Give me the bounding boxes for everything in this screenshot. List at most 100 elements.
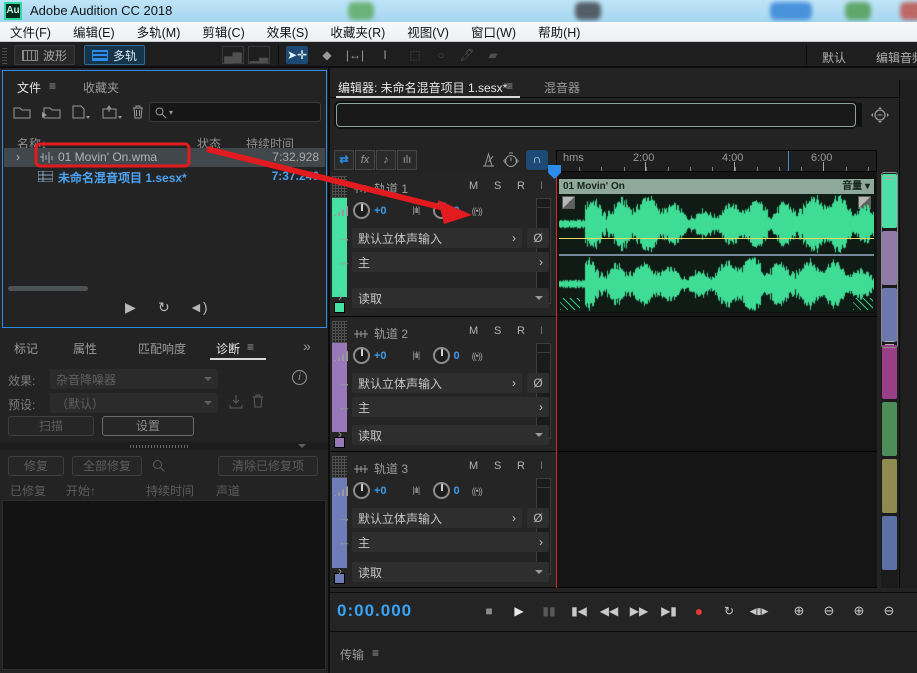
tab-diagnostics[interactable]: 诊断 bbox=[216, 340, 240, 357]
automation-mode-dropdown[interactable]: 读取 bbox=[352, 288, 549, 308]
overview-track-segment[interactable] bbox=[882, 516, 897, 570]
razor-tool-icon[interactable]: ◆ bbox=[316, 46, 338, 64]
pause-button[interactable]: ▮▮ bbox=[536, 601, 562, 621]
insert-into-multitrack-icon[interactable] bbox=[101, 104, 123, 119]
pan-knob[interactable] bbox=[433, 347, 450, 364]
files-panel-menu-icon[interactable]: ≡ bbox=[49, 79, 56, 93]
diagnostics-menu-icon[interactable]: ≡ bbox=[247, 340, 254, 354]
clip-effects-icon[interactable]: ♪ bbox=[376, 150, 396, 170]
stereo-swap-icon[interactable]: ⇄ bbox=[334, 150, 354, 170]
scan-button[interactable]: 扫描 bbox=[8, 416, 94, 436]
overview-track-segment[interactable] bbox=[882, 345, 897, 399]
spectral-frequency-icon[interactable]: ▄▆ bbox=[222, 46, 244, 64]
clip-header[interactable]: 01 Movin' On 音量 ▾ bbox=[559, 179, 874, 194]
overview-track-segment[interactable] bbox=[882, 459, 897, 513]
menu-effects[interactable]: 效果(S) bbox=[267, 22, 309, 41]
no-input-effects-button[interactable]: Ø bbox=[527, 373, 549, 393]
workspace-edit-audio-button[interactable]: 编辑音频 bbox=[876, 49, 917, 66]
info-icon[interactable]: i bbox=[292, 370, 307, 385]
track-lane-1[interactable]: 01 Movin' On 音量 ▾ bbox=[556, 172, 877, 317]
menu-window[interactable]: 窗口(W) bbox=[471, 22, 516, 41]
file-row-sesx[interactable]: 未命名混音项目 1.sesx* 7:37.240 bbox=[4, 167, 325, 186]
divider-collapse-icon[interactable] bbox=[298, 444, 306, 448]
mute-button[interactable]: M bbox=[469, 180, 478, 192]
fast-forward-button[interactable]: ▶▶ bbox=[626, 601, 652, 621]
track-lane-2[interactable] bbox=[556, 317, 877, 452]
settings-button[interactable]: 设置 bbox=[102, 416, 194, 436]
track-lanes[interactable]: 01 Movin' On 音量 ▾ bbox=[556, 172, 877, 588]
automation-expand-icon[interactable]: › bbox=[338, 564, 342, 578]
tab-overflow-icon[interactable]: » bbox=[303, 338, 311, 354]
tab-match-loudness[interactable]: 匹配响度 bbox=[138, 340, 186, 357]
menu-help[interactable]: 帮助(H) bbox=[538, 22, 580, 41]
track-title[interactable]: 轨道 1 bbox=[354, 180, 408, 197]
column-start[interactable]: 开始↑ bbox=[66, 482, 96, 499]
output-dropdown[interactable]: 主› bbox=[352, 252, 549, 272]
volume-knob[interactable] bbox=[353, 347, 370, 364]
track-title[interactable]: 轨道 3 bbox=[354, 460, 408, 477]
solo-button[interactable]: S bbox=[494, 460, 501, 472]
lasso-selection-icon[interactable]: ○ bbox=[430, 46, 452, 64]
go-to-start-button[interactable]: ▮◀ bbox=[566, 601, 592, 621]
mute-button[interactable]: M bbox=[469, 460, 478, 472]
tab-properties[interactable]: 属性 bbox=[73, 340, 97, 357]
stop-button[interactable]: ■ bbox=[476, 601, 502, 621]
input-monitor-button[interactable]: I bbox=[540, 325, 543, 337]
column-channel[interactable]: 声道 bbox=[216, 482, 240, 499]
preview-loop-icon[interactable]: ↻ bbox=[158, 299, 170, 316]
mute-button[interactable]: M bbox=[469, 325, 478, 337]
editor-panel-menu-icon[interactable]: ≡ bbox=[506, 79, 513, 93]
volume-knob[interactable] bbox=[353, 202, 370, 219]
tab-mixer[interactable]: 混音器 bbox=[544, 79, 580, 96]
menu-favorites[interactable]: 收藏夹(R) bbox=[330, 22, 385, 41]
zoom-in-horizontal-button[interactable]: ⊕ bbox=[846, 601, 872, 621]
spot-healing-tool-icon[interactable]: ▰ bbox=[482, 46, 504, 64]
zoom-in-vertical-button[interactable]: ⊕ bbox=[786, 601, 812, 621]
sends-icon[interactable]: ((•)) bbox=[472, 351, 482, 361]
pan-value[interactable]: 0 bbox=[454, 485, 460, 497]
menu-clip[interactable]: 剪辑(C) bbox=[202, 22, 244, 41]
tab-markers[interactable]: 标记 bbox=[14, 340, 38, 357]
clip-volume-label[interactable]: 音量 ▾ bbox=[842, 179, 870, 194]
column-repaired[interactable]: 已修复 bbox=[10, 482, 46, 499]
column-duration[interactable]: 持续时间 bbox=[146, 482, 194, 499]
record-arm-button[interactable]: R bbox=[517, 460, 525, 472]
input-dropdown[interactable]: 默认立体声输入› bbox=[352, 228, 522, 248]
workspace-default-button[interactable]: 默认 bbox=[822, 49, 846, 66]
multitrack-view-button[interactable]: 多轨 bbox=[84, 45, 145, 65]
panel-divider[interactable] bbox=[0, 442, 328, 450]
no-input-effects-button[interactable]: Ø bbox=[527, 228, 549, 248]
new-file-icon[interactable] bbox=[71, 104, 91, 119]
zoom-navigator[interactable] bbox=[336, 103, 856, 127]
automation-mode-dropdown[interactable]: 读取 bbox=[352, 562, 549, 582]
volume-value[interactable]: +0 bbox=[374, 350, 387, 362]
go-to-end-button[interactable]: ▶▮ bbox=[656, 601, 682, 621]
no-input-effects-button[interactable]: Ø bbox=[527, 508, 549, 528]
volume-envelope-line[interactable] bbox=[559, 238, 874, 239]
input-dropdown[interactable]: 默认立体声输入› bbox=[352, 373, 522, 393]
transport-panel-menu-icon[interactable]: ≡ bbox=[372, 646, 379, 660]
delete-preset-icon[interactable] bbox=[252, 393, 265, 408]
pan-value[interactable]: 0 bbox=[454, 350, 460, 362]
track-name[interactable]: 轨道 2 bbox=[374, 325, 408, 342]
repair-all-button[interactable]: 全部修复 bbox=[72, 456, 142, 476]
play-button[interactable]: ▶ bbox=[506, 601, 532, 621]
menu-edit[interactable]: 编辑(E) bbox=[73, 22, 115, 41]
toolbar-grip[interactable] bbox=[2, 46, 7, 64]
record-arm-button[interactable]: R bbox=[517, 180, 525, 192]
input-monitor-button[interactable]: I bbox=[540, 460, 543, 472]
preset-dropdown[interactable]: （默认） bbox=[50, 393, 218, 413]
volume-value[interactable]: +0 bbox=[374, 205, 387, 217]
menu-multitrack[interactable]: 多轨(M) bbox=[137, 22, 181, 41]
solo-button[interactable]: S bbox=[494, 180, 501, 192]
input-monitor-button[interactable]: I bbox=[540, 180, 543, 192]
track-title[interactable]: 轨道 2 bbox=[354, 325, 408, 342]
pan-value[interactable]: 0 bbox=[454, 205, 460, 217]
skip-selection-button[interactable]: ◀▮▶ bbox=[746, 601, 772, 621]
sends-icon[interactable]: ((•)) bbox=[472, 206, 482, 216]
metronome-icon[interactable] bbox=[480, 152, 497, 168]
tab-editor[interactable]: 编辑器: 未命名混音项目 1.sesx* bbox=[338, 79, 507, 96]
pan-knob[interactable] bbox=[433, 202, 450, 219]
horizontal-scrollbar[interactable] bbox=[8, 286, 88, 291]
navigator-zoom-icon[interactable] bbox=[870, 106, 890, 126]
